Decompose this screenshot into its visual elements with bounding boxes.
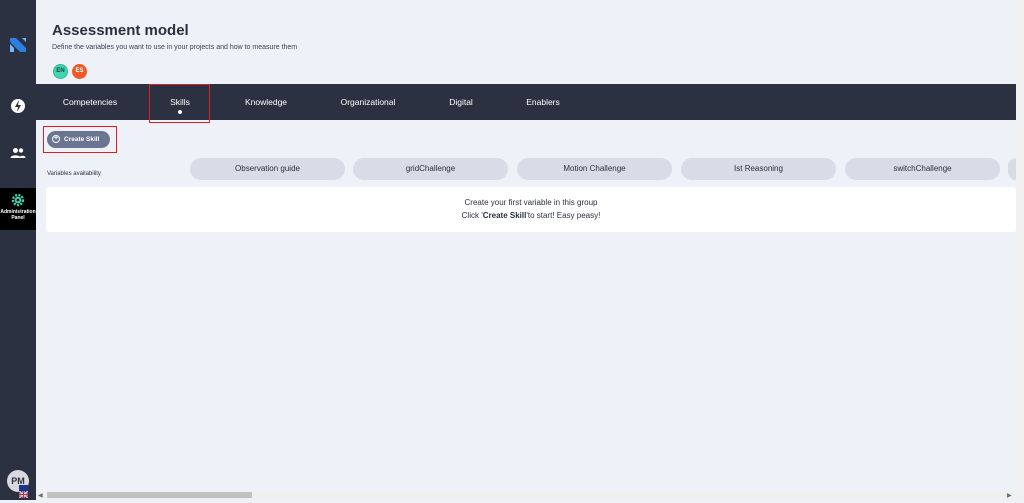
admin-label-line2: Panel [11, 215, 25, 221]
language-en-button[interactable]: EN [53, 64, 68, 79]
bolt-icon[interactable] [9, 97, 27, 115]
sidebar-item-admin-panel[interactable]: Administration Panel [0, 188, 36, 230]
logo-icon[interactable] [8, 35, 28, 55]
plus-circle-icon: + [52, 135, 60, 143]
tab-digital[interactable]: Digital [431, 84, 491, 120]
variable-chip-motion-challenge[interactable]: Motion Challenge [517, 158, 672, 180]
sidebar: Administration Panel PM [0, 0, 36, 500]
language-es-button[interactable]: ES [72, 64, 87, 79]
scroll-right-icon[interactable]: ▶ [1007, 492, 1012, 499]
variable-chip-observation-guide[interactable]: Observation guide [190, 158, 345, 180]
empty-state-panel: Create your first variable in this group… [46, 187, 1016, 232]
empty-state-bold: Create Skill [482, 211, 527, 220]
tab-enablers[interactable]: Enablers [511, 84, 575, 120]
variables-availability-label: Variables availability [47, 171, 101, 177]
create-skill-label: Create Skill [64, 136, 100, 143]
variable-chip-switchchallenge[interactable]: switchChallenge [845, 158, 1000, 180]
horizontal-scrollbar-thumb[interactable] [47, 492, 252, 498]
empty-state-line1: Create your first variable in this group [464, 198, 598, 207]
uk-flag-icon [18, 485, 29, 499]
empty-state-suffix: 'to start! Easy peasy! [526, 211, 601, 220]
empty-state-prefix: Click ' [461, 211, 483, 220]
active-tab-highlight [149, 84, 210, 123]
page-subtitle: Define the variables you want to use in … [52, 44, 298, 51]
page-title: Assessment model [52, 22, 189, 39]
variable-chip-partial[interactable] [1008, 158, 1016, 180]
tab-competencies[interactable]: Competencies [36, 84, 144, 120]
vertical-scrollbar[interactable] [1016, 0, 1024, 500]
variable-chip-gridchallenge[interactable]: gridChallenge [353, 158, 508, 180]
empty-state-line2: Click 'Create Skill'to start! Easy peasy… [46, 211, 1016, 220]
active-tab-indicator [178, 110, 182, 114]
variable-chip-ist-reasoning[interactable]: Ist Reasoning [681, 158, 836, 180]
create-skill-button[interactable]: + Create Skill [47, 131, 110, 148]
scroll-left-icon[interactable]: ◀ [38, 492, 43, 499]
tab-organizational[interactable]: Organizational [324, 84, 412, 120]
gear-icon [11, 193, 25, 207]
users-icon[interactable] [9, 144, 27, 162]
tab-knowledge[interactable]: Knowledge [226, 84, 306, 120]
